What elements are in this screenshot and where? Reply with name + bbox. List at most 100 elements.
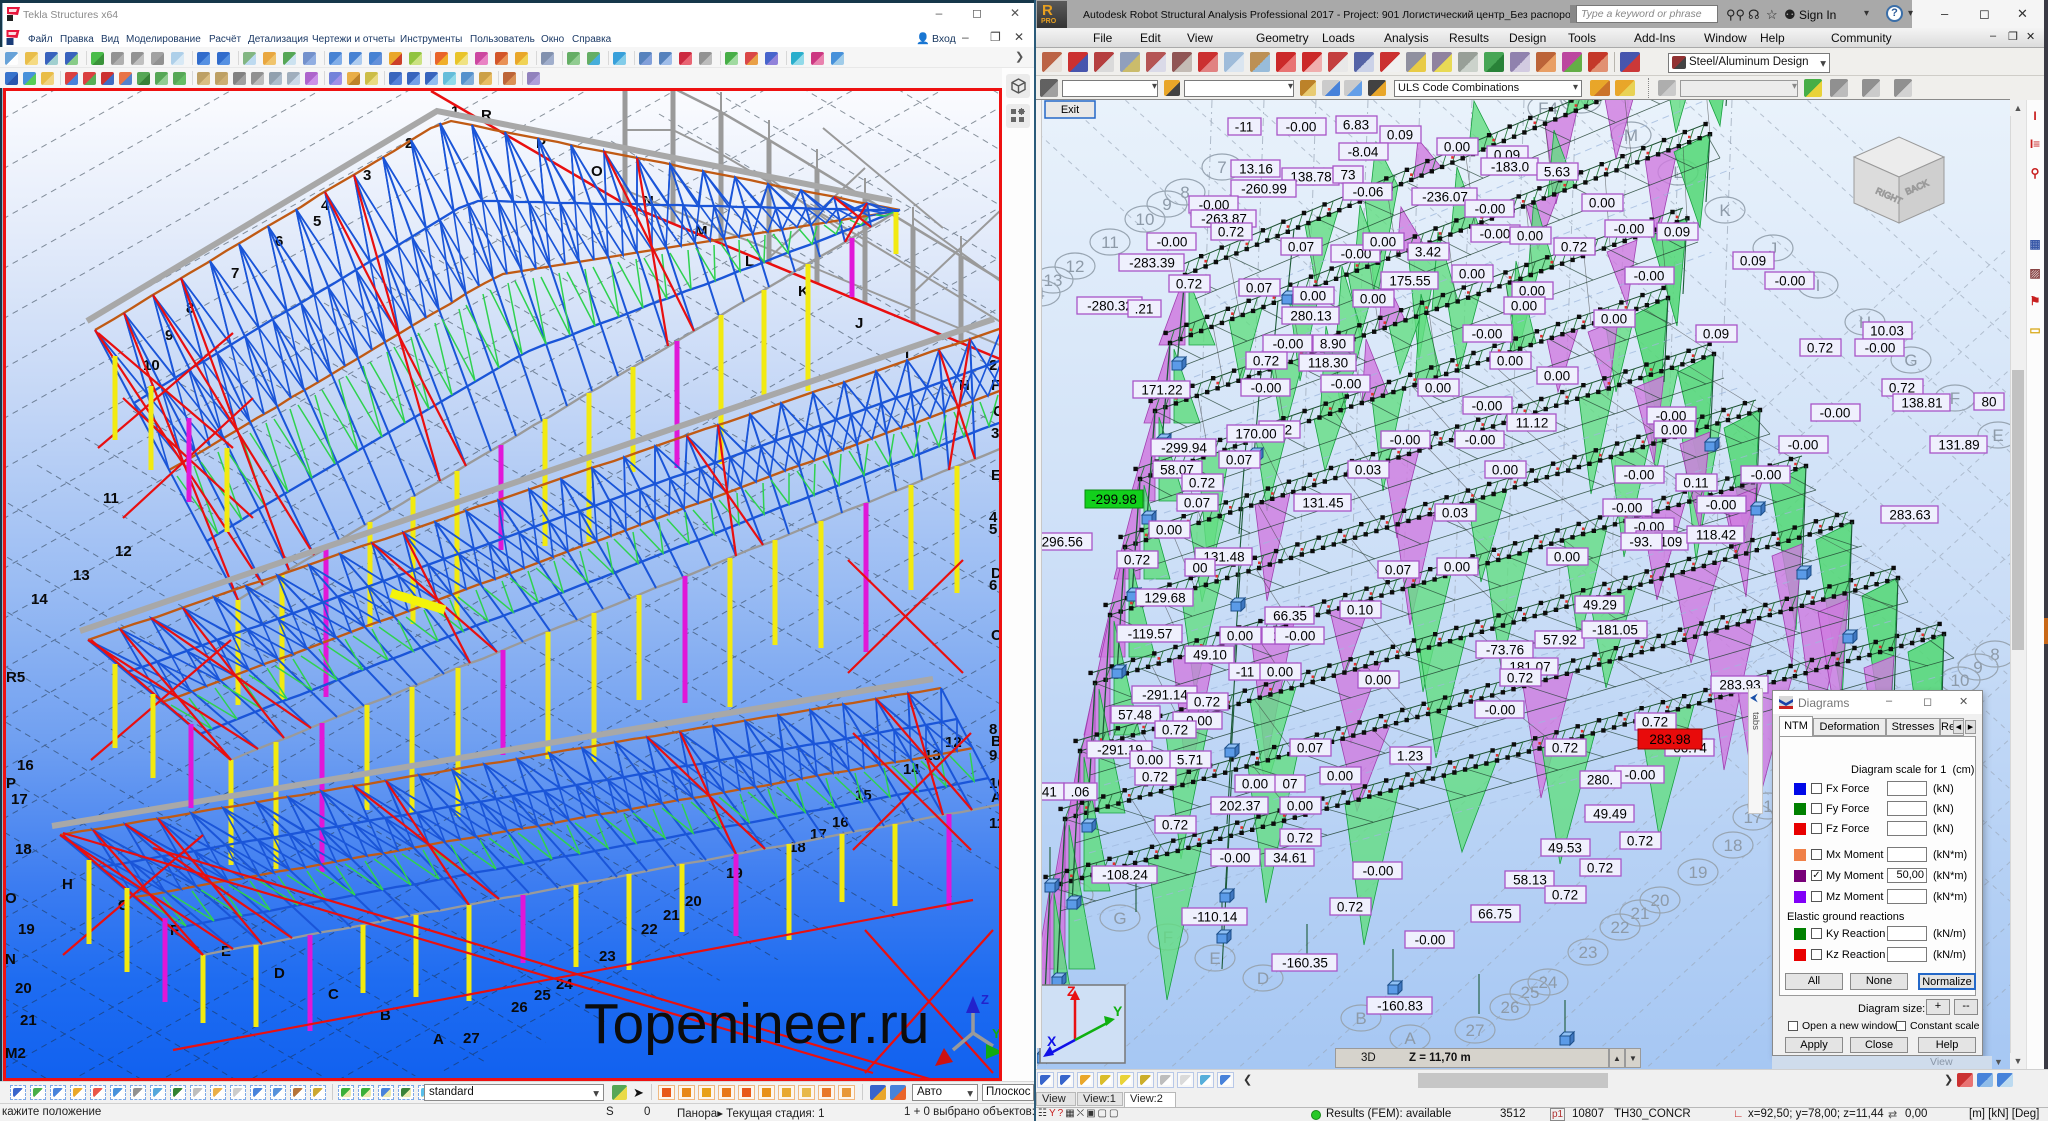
svg-text:0.72: 0.72 [1642,715,1668,730]
svg-text:-0.00: -0.00 [1363,864,1394,879]
svg-text:0.03: 0.03 [1442,506,1468,521]
svg-text:0.00: 0.00 [1300,289,1326,304]
svg-text:B: B [1355,1009,1366,1028]
svg-text:9: 9 [1162,195,1171,214]
svg-text:280.13: 280.13 [1290,309,1331,324]
svg-text:12: 12 [1066,257,1085,276]
svg-text:0.72: 0.72 [1253,354,1279,369]
svg-text:0.00: 0.00 [1425,381,1451,396]
svg-text:66.75: 66.75 [1478,907,1512,922]
svg-text:.21: .21 [1135,302,1154,317]
svg-text:-181.05: -181.05 [1592,623,1638,638]
svg-text:0.72: 0.72 [1552,888,1578,903]
svg-text:283.98: 283.98 [1649,732,1690,747]
svg-text:19: 19 [1689,863,1708,882]
svg-text:34.61: 34.61 [1273,851,1307,866]
svg-text:8: 8 [1990,645,1999,664]
svg-text:0.07: 0.07 [1288,240,1314,255]
svg-text:0.07: 0.07 [1385,563,1411,578]
svg-text:10.03: 10.03 [1870,324,1904,339]
svg-text:0.00: 0.00 [1365,673,1391,688]
svg-text:07: 07 [1282,777,1297,792]
svg-text:G: G [1904,351,1917,370]
svg-text:0.72: 0.72 [1807,341,1833,356]
svg-text:0.00: 0.00 [1544,369,1570,384]
svg-text:175.55: 175.55 [1389,274,1430,289]
svg-text:49.53: 49.53 [1548,841,1582,856]
svg-text:K: K [1719,201,1731,220]
svg-text:0.00: 0.00 [1370,235,1396,250]
svg-text:-183.0: -183.0 [1491,160,1529,175]
svg-text:13.16: 13.16 [1239,162,1273,177]
svg-text:-299.94: -299.94 [1161,441,1207,456]
svg-text:0.00: 0.00 [1267,665,1293,680]
svg-text:.06: .06 [1071,785,1090,800]
svg-text:-0.00: -0.00 [1220,851,1251,866]
svg-text:0.10: 0.10 [1347,603,1373,618]
svg-text:170.00: 170.00 [1235,427,1276,442]
svg-text:22: 22 [1611,918,1630,937]
svg-text:0.09: 0.09 [1703,327,1729,342]
svg-text:26: 26 [1501,998,1520,1017]
svg-text:7: 7 [1217,158,1226,177]
svg-text:-0.00: -0.00 [1475,202,1506,217]
svg-text:D: D [1257,969,1269,988]
svg-text:0.72: 0.72 [1162,818,1188,833]
svg-text:-0.00: -0.00 [1612,501,1643,516]
svg-text:-236.07: -236.07 [1422,190,1468,205]
svg-text:0.00: 0.00 [1227,629,1253,644]
svg-text:49.49: 49.49 [1593,807,1627,822]
svg-text:-73.76: -73.76 [1486,643,1524,658]
svg-text:-280.32: -280.32 [1087,299,1133,314]
svg-text:0.72: 0.72 [1507,671,1533,686]
svg-text:0.07: 0.07 [1226,453,1252,468]
svg-text:58.13: 58.13 [1513,873,1547,888]
svg-text:X: X [1047,1033,1057,1049]
svg-text:0.00: 0.00 [1156,523,1182,538]
svg-text:0.09: 0.09 [1387,128,1413,143]
svg-text:283.63: 283.63 [1889,508,1930,523]
svg-text:3.42: 3.42 [1415,245,1441,260]
svg-text:49.10: 49.10 [1193,648,1227,663]
svg-text:0.07: 0.07 [1246,281,1272,296]
svg-text:57.48: 57.48 [1118,708,1152,723]
svg-text:23: 23 [1579,943,1598,962]
svg-text:Y: Y [1113,1003,1123,1019]
svg-text:-283.39: -283.39 [1129,256,1175,271]
svg-text:-0.00: -0.00 [1865,341,1896,356]
svg-text:-93.: -93. [1629,535,1652,550]
svg-text:0.00: 0.00 [1497,354,1523,369]
svg-text:-0.00: -0.00 [1465,433,1496,448]
svg-text:20: 20 [1651,891,1670,910]
svg-text:118.42: 118.42 [1696,528,1736,543]
svg-text:-160.35: -160.35 [1282,956,1328,971]
svg-text:11.12: 11.12 [1516,416,1549,431]
svg-text:0.00: 0.00 [1554,550,1580,565]
svg-text:-0.00: -0.00 [1706,498,1737,513]
svg-text:0.72: 0.72 [1176,277,1202,292]
svg-text:25: 25 [1521,983,1540,1002]
svg-text:-0.00: -0.00 [1415,933,1446,948]
svg-text:138.81: 138.81 [1901,396,1942,411]
svg-text:0.07: 0.07 [1297,741,1323,756]
svg-text:F: F [1950,389,1960,408]
svg-text:5.63: 5.63 [1544,165,1570,180]
svg-text:-0.00: -0.00 [1788,438,1819,453]
svg-text:G: G [1113,909,1126,928]
svg-text:E: E [1209,949,1220,968]
svg-text:-0.06: -0.06 [1353,185,1384,200]
svg-text:5.71: 5.71 [1177,753,1203,768]
svg-text:109: 109 [1660,535,1683,550]
svg-text:-0.00: -0.00 [1480,227,1511,242]
svg-text:21: 21 [1631,904,1650,923]
svg-text:-0.00: -0.00 [1624,468,1655,483]
svg-text:0.00: 0.00 [1517,229,1543,244]
svg-text:131.45: 131.45 [1302,496,1343,511]
svg-text:57.92: 57.92 [1543,633,1577,648]
svg-text:49.29: 49.29 [1583,598,1617,613]
svg-text:I: I [1816,276,1821,295]
svg-text:0.00: 0.00 [1661,423,1687,438]
svg-text:-260.99: -260.99 [1241,182,1287,197]
svg-text:0.00: 0.00 [1601,312,1627,327]
svg-text:0.00: 0.00 [1287,799,1313,814]
